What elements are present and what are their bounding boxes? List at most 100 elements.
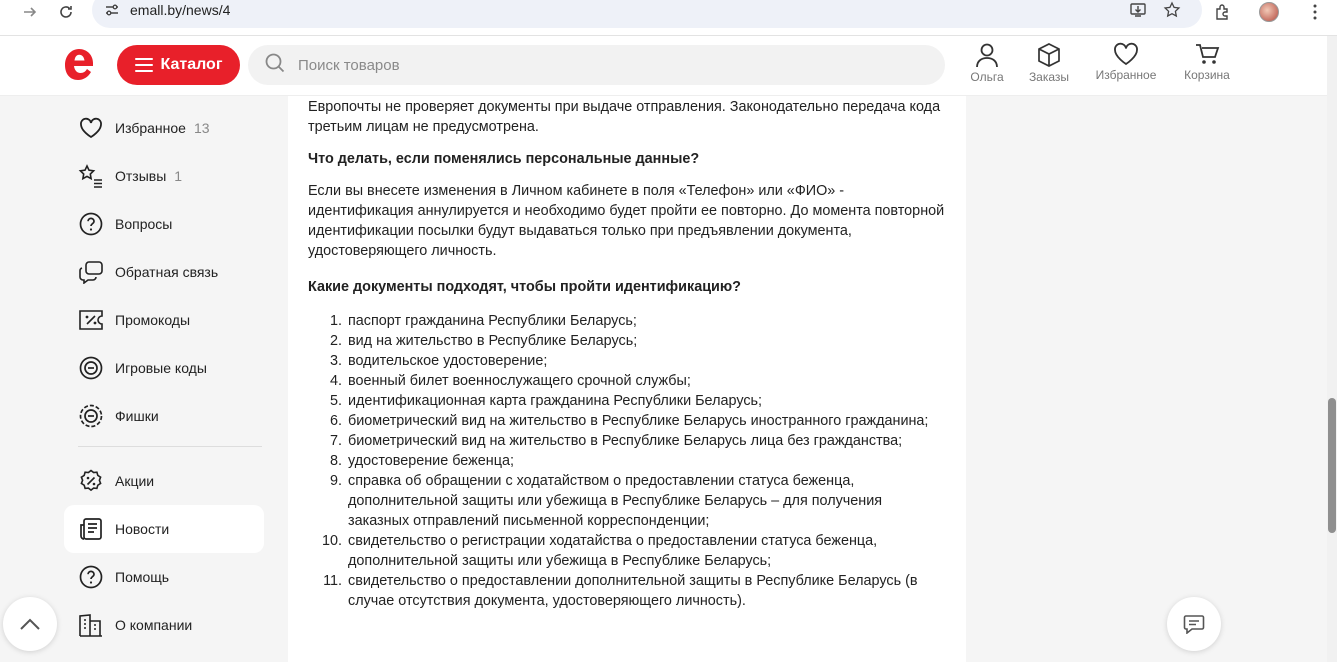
sidebar-item-label: О компании: [115, 617, 193, 633]
catalog-label: Каталог: [160, 56, 223, 73]
account-button[interactable]: Ольга: [952, 42, 1022, 84]
list-item-text: военный билет военнослужащего срочной сл…: [348, 373, 691, 389]
list-item-number: 1.: [329, 313, 342, 329]
discount-icon: [78, 468, 104, 494]
list-item-text: вид на жительство в Республике Беларусь;: [348, 333, 638, 349]
list-item-text: удостоверение беженца;: [348, 453, 514, 469]
article-heading: Какие документы подходят, чтобы пройти и…: [308, 279, 741, 295]
list-item: 6. биометрический вид на жительство в Рес…: [308, 411, 946, 431]
chat-button[interactable]: [1167, 597, 1221, 651]
orders-button[interactable]: Заказы: [1014, 42, 1084, 84]
promo-icon: [78, 307, 104, 333]
list-item-text: справка об обращении с ходатайством о пр…: [348, 473, 883, 529]
favorites-button[interactable]: Избранное: [1091, 42, 1161, 82]
scrollbar-thumb[interactable]: [1328, 398, 1336, 533]
sidebar-item-promotions[interactable]: Акции: [64, 457, 264, 505]
catalog-button[interactable]: Каталог: [117, 45, 240, 85]
list-item-number: 11.: [323, 573, 342, 589]
address-bar[interactable]: emall.by/news/4: [92, 0, 1202, 28]
heart-icon: [1114, 42, 1138, 66]
sidebar-item-feedback[interactable]: Обратная связь: [64, 248, 264, 296]
list-item: 3. водительское удостоверение;: [308, 351, 946, 371]
list-item-number: 7.: [329, 433, 342, 449]
sidebar-item-count: 13: [193, 120, 210, 136]
sidebar-item-chips[interactable]: Фишки: [64, 392, 264, 440]
search-box[interactable]: [248, 45, 945, 85]
page-scrollbar[interactable]: [1327, 36, 1337, 662]
sidebar-item-label: Промокоды: [115, 312, 191, 328]
site-info-icon[interactable]: [104, 2, 120, 18]
star-list-icon: [78, 163, 104, 189]
list-item-number: 8.: [329, 453, 342, 469]
sidebar-item-promocodes[interactable]: Промокоды: [64, 296, 264, 344]
site-header: Каталог Ольга Заказы Избранное Корзина: [0, 36, 1327, 96]
list-item-number: 2.: [329, 333, 342, 349]
chevron-up-icon: [20, 618, 40, 630]
sidebar-item-label: Игровые коды: [115, 360, 207, 376]
cart-button[interactable]: Корзина: [1172, 42, 1242, 82]
reload-icon: [60, 6, 72, 18]
sidebar-item-news[interactable]: Новости: [64, 505, 264, 553]
extensions-icon[interactable]: [1213, 2, 1233, 22]
sidebar-item-help[interactable]: Помощь: [64, 553, 264, 601]
article-paragraph: Если вы внесете изменения в Личном кабин…: [308, 183, 945, 259]
documents-list: 1. паспорт гражданина Республики Беларусь…: [308, 311, 946, 611]
help-icon: [78, 564, 104, 590]
reload-button[interactable]: [54, 0, 78, 24]
sidebar-item-about[interactable]: О компании: [64, 601, 264, 649]
list-item: 8. удостоверение беженца;: [308, 451, 946, 471]
browser-toolbar: emall.by/news/4: [0, 0, 1337, 36]
sidebar-item-count: 1: [174, 168, 183, 184]
heart-icon: [78, 115, 104, 141]
url-text[interactable]: emall.by/news/4: [130, 2, 230, 18]
article-heading: Что делать, если поменялись персональные…: [308, 151, 700, 167]
article-intro: Европочты не проверяет документы при выд…: [308, 99, 941, 135]
sidebar-item-label: Помощь: [115, 569, 170, 585]
search-icon: [264, 52, 286, 79]
sidebar-item-label: Акции: [115, 473, 155, 489]
sidebar-item-reviews[interactable]: Отзывы 1: [64, 152, 264, 200]
list-item-text: идентификационная карта гражданина Респу…: [348, 393, 763, 409]
list-item-text: водительское удостоверение;: [348, 353, 548, 369]
list-item-text: биометрический вид на жительство в Респу…: [348, 433, 903, 449]
orders-label: Заказы: [1028, 70, 1070, 84]
sidebar-item-label: Фишки: [115, 408, 159, 424]
profile-avatar[interactable]: [1259, 2, 1279, 22]
sidebar-divider: [78, 446, 262, 447]
chips-icon: [78, 403, 104, 429]
feedback-icon: [78, 259, 104, 285]
article-content: Европочты не проверяет документы при выд…: [288, 96, 966, 662]
sidebar-item-label: Избранное: [115, 120, 186, 136]
favorites-label: Избранное: [1095, 68, 1157, 82]
list-item: 2. вид на жительство в Республике Беларус…: [308, 331, 946, 351]
list-item-number: 6.: [329, 413, 342, 429]
cart-label: Корзина: [1184, 68, 1230, 82]
sidebar-item-game-codes[interactable]: Игровые коды: [64, 344, 264, 392]
sidebar-item-label: Обратная связь: [115, 264, 219, 280]
user-icon: [976, 43, 998, 68]
list-item-text: свидетельство о регистрации ходатайства …: [348, 533, 878, 569]
list-item-number: 5.: [329, 393, 342, 409]
sidebar-item-label: Вопросы: [115, 216, 173, 232]
forward-button[interactable]: [18, 0, 42, 24]
sidebar-item-favorites[interactable]: Избранное 13: [64, 104, 264, 152]
emall-logo[interactable]: [62, 46, 96, 84]
list-item-text: паспорт гражданина Республики Беларусь;: [348, 313, 637, 329]
menu-dots-icon[interactable]: [1305, 2, 1325, 22]
list-item: 7. биометрический вид на жительство в Рес…: [308, 431, 946, 451]
box-icon: [1038, 43, 1060, 67]
sidebar-item-label: Отзывы: [115, 168, 167, 184]
burger-icon: [134, 58, 153, 72]
search-input[interactable]: [298, 56, 898, 74]
chat-icon: [1183, 615, 1205, 634]
arrow-right-icon: [24, 7, 37, 17]
list-item: 11. свидетельство о предоставлении дополн…: [308, 571, 946, 611]
news-icon: [78, 516, 104, 542]
question-icon: [78, 211, 104, 237]
sidebar-item-questions[interactable]: Вопросы: [64, 200, 264, 248]
list-item-number: 3.: [329, 353, 342, 369]
install-app-icon[interactable]: [1128, 0, 1148, 20]
list-item: 5. идентификационная карта гражданина Рес…: [308, 391, 946, 411]
bookmark-star-icon[interactable]: [1162, 0, 1182, 20]
scroll-to-top-button[interactable]: [3, 597, 57, 651]
